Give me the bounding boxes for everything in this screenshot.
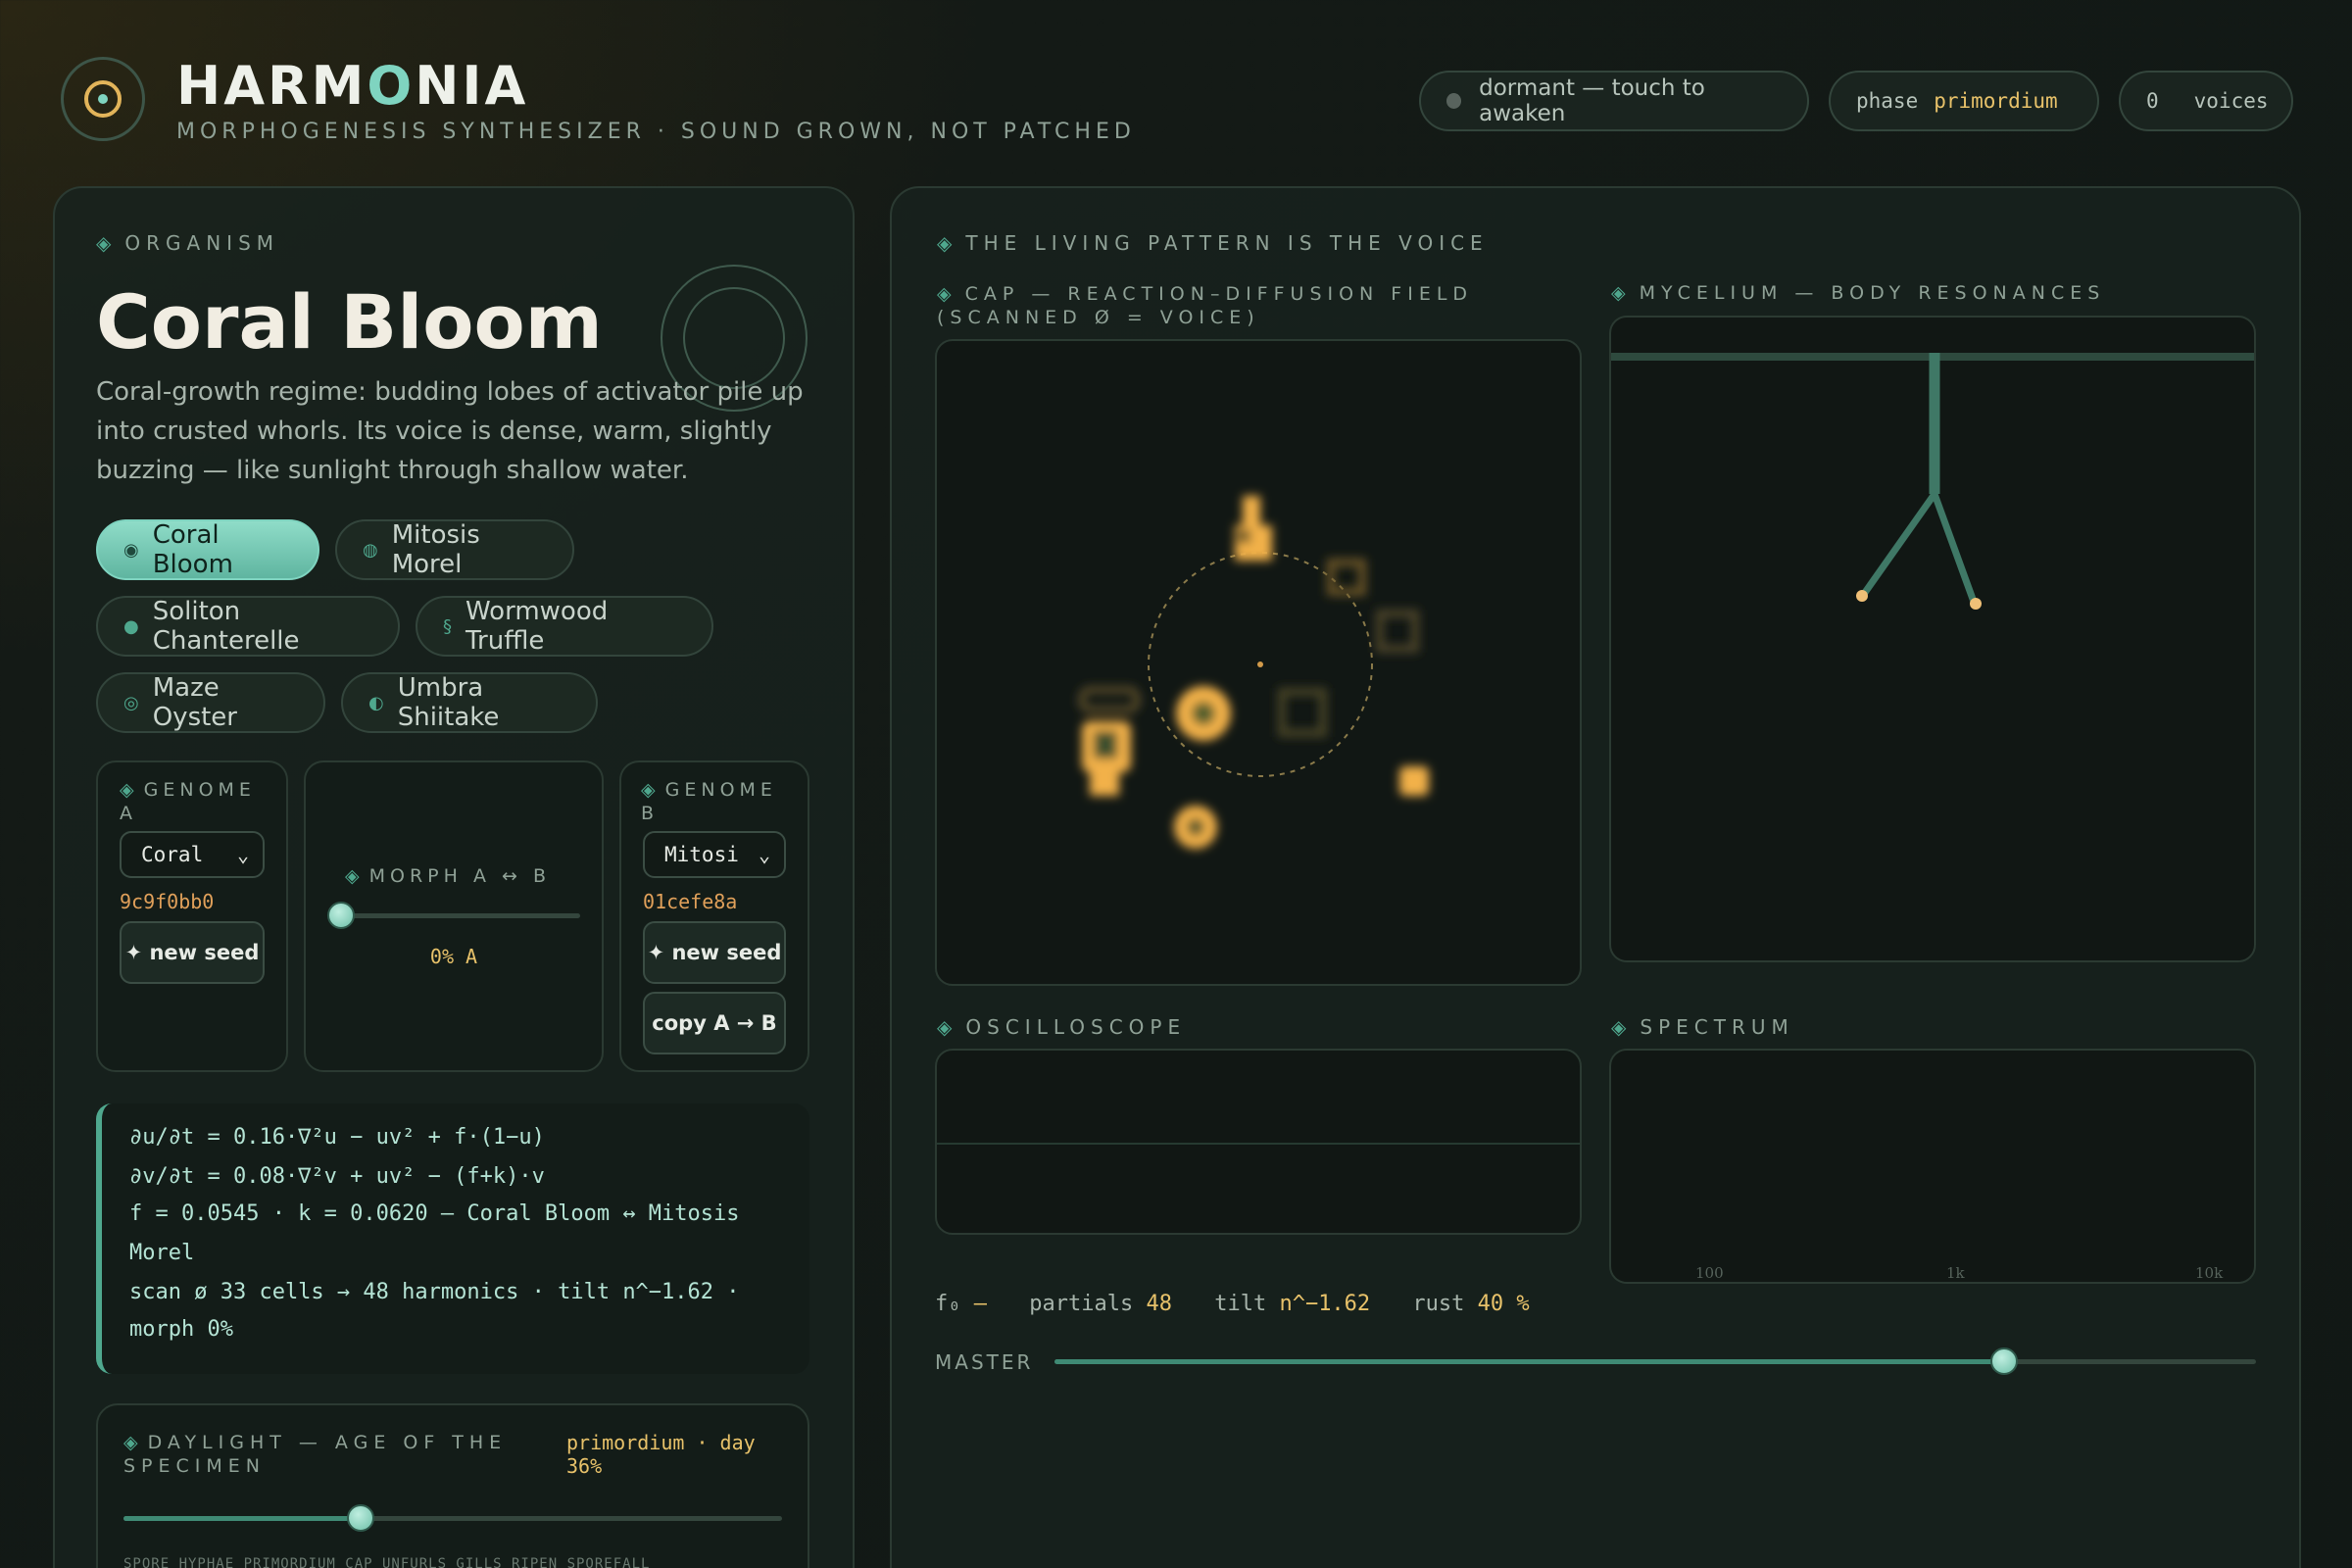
copy-a-to-b-button[interactable]: copy A → B — [643, 992, 786, 1054]
genome-a-select[interactable]: Coral ⌄ — [120, 831, 265, 878]
voices-badge: 0 voices — [2119, 71, 2293, 131]
morph-label: ◈ MORPH A ↔ B — [345, 865, 551, 887]
morph-slider-handle[interactable] — [327, 902, 355, 929]
master-label: MASTER — [935, 1350, 1034, 1374]
organism-section-label: ORGANISM — [96, 231, 279, 255]
spectrum-tick-10k: 10k — [2195, 1264, 2224, 1282]
oscilloscope-baseline — [937, 1143, 1580, 1145]
species-chip-maze-oyster[interactable]: ◎ Maze Oyster — [96, 672, 325, 733]
status-button[interactable]: dormant — touch to awaken — [1419, 71, 1809, 131]
organism-description: Coral-growth regime: budding lobes of ac… — [96, 377, 804, 485]
voice-section-label: THE LIVING PATTERN IS THE VOICE — [937, 231, 1489, 255]
spectrum-label: SPECTRUM — [1611, 1015, 1794, 1039]
logo-icon — [61, 57, 145, 141]
species-chip-soliton-chanterelle[interactable]: ● Soliton Chanterelle — [96, 596, 400, 657]
daylight-slider-handle[interactable] — [346, 1504, 374, 1532]
spectrum-tick-100: 100 — [1695, 1264, 1724, 1282]
app-tagline: MORPHOGENESIS SYNTHESIZER · SOUND GROWN,… — [176, 120, 1136, 144]
daylight-state: primordium · day 36% — [566, 1431, 756, 1478]
chevron-down-icon: ⌄ — [236, 843, 249, 866]
morph-slider[interactable] — [341, 913, 580, 918]
cap-field-canvas[interactable] — [935, 339, 1582, 986]
genome-b-hash: 01cefe8a — [643, 890, 738, 913]
oscilloscope-label: OSCILLOSCOPE — [937, 1015, 1186, 1039]
equations-box: ∂u/∂t = 0.16·∇²u − uv² + f·(1−u) ∂v/∂t =… — [96, 1103, 809, 1374]
spectrum-tick-1k: 1k — [1946, 1264, 1965, 1282]
genome-b-label: ◈ GENOME B — [641, 779, 777, 824]
phase-badge: phase primordium — [1829, 71, 2099, 131]
oscilloscope-canvas — [935, 1049, 1582, 1235]
daylight-card — [96, 1403, 809, 1568]
organism-name: Coral Bloom — [96, 278, 603, 366]
genome-b-select[interactable]: Mitosi ⌄ — [643, 831, 786, 878]
genome-a-new-seed-button[interactable]: ✦ new seed — [120, 921, 265, 984]
cap-field-label: CAP — REACTION–DIFFUSION FIELD (SCANNED … — [937, 282, 1603, 329]
status-dot-icon — [1446, 93, 1462, 109]
daylight-stages: SPORE HYPHAE PRIMORDIUM CAP UNFURLS GILL… — [123, 1556, 651, 1568]
species-chip-coral-bloom[interactable]: ◉ Coral Bloom — [96, 519, 319, 580]
app-title: HARMONIA — [176, 55, 529, 117]
daylight-label: ◈ DAYLIGHT — AGE OF THE SPECIMEN — [123, 1432, 508, 1477]
mycelium-label: MYCELIUM — BODY RESONANCES — [1611, 282, 2105, 304]
morph-value: 0% A — [429, 945, 478, 968]
chevron-down-icon: ⌄ — [758, 843, 770, 866]
master-slider-handle[interactable] — [1989, 1348, 2018, 1375]
species-chip-mitosis-morel[interactable]: ◍ Mitosis Morel — [335, 519, 574, 580]
mycelium-resonance-drawing — [1611, 353, 2254, 610]
species-chip-wormwood-truffle[interactable]: § Wormwood Truffle — [416, 596, 713, 657]
spectrum-canvas: 100 1k 10k — [1609, 1049, 2256, 1284]
genome-b-new-seed-button[interactable]: ✦ new seed — [643, 921, 786, 984]
mycelium-canvas[interactable] — [1609, 316, 2256, 962]
synth-readout: f₀ — partials 48 tilt n^−1.62 rust 40 % — [935, 1292, 1530, 1316]
species-chip-umbra-shiitake[interactable]: ◐ Umbra Shiitake — [341, 672, 598, 733]
genome-a-label: ◈ GENOME A — [120, 779, 256, 824]
reaction-diffusion-field — [1078, 496, 1429, 849]
genome-a-hash: 9c9f0bb0 — [120, 890, 215, 913]
